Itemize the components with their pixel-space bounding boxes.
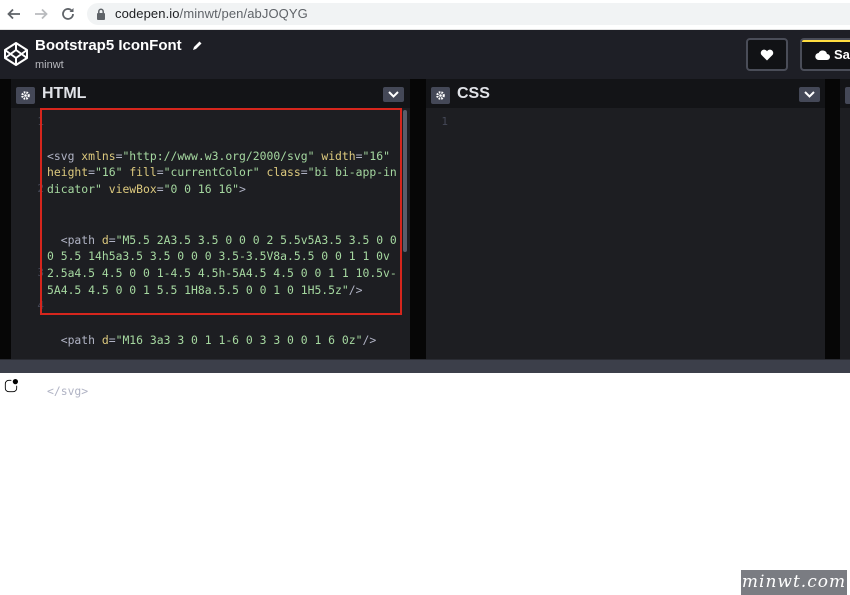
attr-token: d: [101, 232, 109, 247]
app-indicator-icon: [4, 379, 18, 393]
codepen-logo-icon[interactable]: [3, 41, 29, 67]
tag-token: <svg: [47, 148, 75, 163]
tag-token: </svg>: [47, 383, 89, 398]
code-line-2: <path d="M5.5 2A3.5 3.5 0 0 0 2 5.5v5A3.…: [47, 232, 404, 297]
js-settings-button[interactable]: [845, 87, 850, 104]
css-editor-panel: CSS 1: [426, 79, 825, 359]
js-editor-panel: [840, 79, 850, 359]
tag-token: />: [362, 333, 377, 348]
code-line-1: <svg xmlns="http://www.w3.org/2000/svg" …: [47, 148, 397, 197]
chevron-down-icon: [804, 91, 815, 98]
css-panel-header: CSS: [426, 79, 825, 108]
pen-title[interactable]: Bootstrap5 IconFont: [35, 37, 182, 54]
attr-token: viewBox: [108, 182, 157, 197]
string-token: "http://www.w3.org/2000/svg": [122, 148, 315, 163]
editor-resize-handle[interactable]: [0, 359, 850, 373]
attr-token: width: [321, 148, 356, 163]
lock-icon: [97, 8, 105, 20]
gear-icon: [436, 91, 445, 100]
address-bar[interactable]: codepen.io/minwt/pen/abJOQYG: [87, 3, 850, 25]
string-token: "16": [95, 165, 123, 180]
html-code-editor[interactable]: 1 2 3 4 <svg xmlns="http://www.w3.org/20…: [11, 108, 410, 398]
tag-token: />: [348, 282, 363, 297]
heart-icon: [760, 49, 774, 61]
gear-icon: [21, 91, 30, 100]
url-host: codepen.io: [115, 6, 180, 21]
attr-token: xmlns: [81, 148, 116, 163]
pen-author[interactable]: minwt: [35, 59, 64, 71]
html-panel-header: HTML: [11, 79, 410, 108]
string-token: "M16 3a3 3 0 1 1-6 0 3 3 0 0 1 6 0z": [115, 333, 363, 348]
attr-token: d: [101, 333, 109, 348]
save-label: Sav: [834, 47, 850, 62]
css-panel-menu-button[interactable]: [799, 87, 820, 102]
editor-area: HTML 1 2 3 4 <svg xmlns="http://www.w3.o…: [0, 79, 850, 398]
line-number: 3: [37, 266, 44, 279]
html-panel-menu-button[interactable]: [383, 87, 404, 102]
line-number: 1: [441, 115, 448, 128]
attr-token: fill: [129, 165, 157, 180]
tag-token: <path: [60, 232, 96, 247]
html-editor-panel: HTML 1 2 3 4 <svg xmlns="http://www.w3.o…: [11, 79, 410, 398]
line-number: 2: [37, 182, 44, 195]
css-panel-title: CSS: [457, 85, 490, 102]
css-code-editor[interactable]: 1: [426, 108, 825, 359]
attr-token: height: [47, 165, 89, 180]
code-line-3: <path d="M16 3a3 3 0 1 1-6 0 3 3 0 0 1 6…: [60, 333, 377, 348]
code-line-4: </svg>: [47, 383, 397, 400]
string-token: "currentColor": [163, 165, 260, 180]
codepen-header: Bootstrap5 IconFont minwt Sav: [0, 30, 850, 79]
love-button[interactable]: [746, 38, 788, 71]
string-token: "0 0 16 16": [163, 182, 240, 197]
back-arrow-icon[interactable]: [6, 6, 22, 22]
string-token: "16": [362, 148, 390, 163]
html-editor-scrollbar[interactable]: [403, 110, 407, 252]
watermark: minwt.com: [741, 570, 847, 595]
forward-arrow-icon[interactable]: [33, 6, 49, 22]
css-settings-button[interactable]: [431, 87, 450, 104]
html-panel-title: HTML: [42, 85, 87, 102]
save-button[interactable]: Sav: [800, 38, 850, 71]
line-number: 1: [37, 115, 44, 128]
html-settings-button[interactable]: [16, 87, 35, 104]
chevron-down-icon: [388, 91, 399, 98]
attr-token: class: [266, 165, 301, 180]
tag-token: <path: [60, 333, 96, 348]
js-panel-header: [840, 79, 850, 108]
line-number: 4: [37, 299, 44, 312]
cloud-icon: [815, 50, 830, 60]
url-path: /minwt/pen/abJOQYG: [179, 6, 308, 21]
code-content: <svg xmlns="http://www.w3.org/2000/svg" …: [47, 114, 397, 433]
reload-icon[interactable]: [60, 6, 76, 22]
tag-token: >: [239, 182, 246, 197]
line-gutter: 1 2 3 4: [11, 108, 49, 359]
pencil-icon[interactable]: [192, 40, 203, 51]
url-text: codepen.io/minwt/pen/abJOQYG: [115, 6, 308, 21]
browser-toolbar: codepen.io/minwt/pen/abJOQYG: [0, 0, 850, 30]
